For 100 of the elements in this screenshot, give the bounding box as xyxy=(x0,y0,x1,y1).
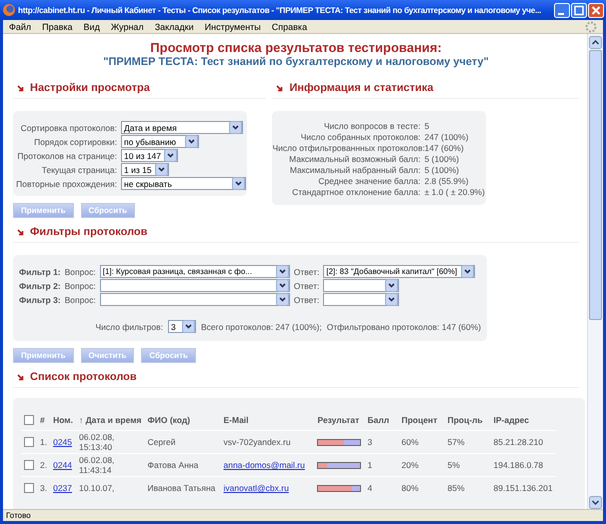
ip-address: 85.21.28.210 xyxy=(493,437,544,447)
menu-item[interactable]: Справка xyxy=(272,22,308,32)
browser-icon xyxy=(2,3,16,17)
dropdown[interactable]: Дата и время xyxy=(121,121,243,134)
field-label: Вопрос: xyxy=(64,266,96,276)
column-header: IP-адрес xyxy=(493,415,530,425)
column-header: Ном. xyxy=(53,415,73,425)
protocol-link[interactable]: 0245 xyxy=(53,437,72,447)
field-label: Вопрос: xyxy=(64,280,96,290)
page-title: Просмотр списка результатов тестирования: xyxy=(149,40,443,55)
section-heading: Настройки просмотра xyxy=(30,82,150,94)
stat-value: 5 xyxy=(424,121,430,131)
menu-item[interactable]: Правка xyxy=(42,22,73,32)
scroll-thumb[interactable] xyxy=(589,50,602,320)
scroll-up-button[interactable] xyxy=(589,36,602,49)
column-header: ↑ Дата и время xyxy=(78,415,142,425)
field-label: Ответ: xyxy=(294,266,320,276)
stat-value: 147 (60%) xyxy=(424,143,465,153)
date-time: 10.10.07, xyxy=(78,483,114,493)
percent: 60% xyxy=(401,437,418,447)
menu-item[interactable]: Файл xyxy=(9,22,32,32)
total-text: Всего протоколов: 247 (100%); xyxy=(201,322,322,332)
field-label: Ответ: xyxy=(294,294,320,304)
person-name: Фатова Анна xyxy=(147,460,198,470)
percent: 20% xyxy=(401,460,418,470)
percentile: 85% xyxy=(447,483,464,493)
throbber-icon xyxy=(585,20,597,32)
dropdown[interactable]: [2]: 83 "Добавочный капитал" [60%] xyxy=(323,265,476,278)
field-label: Протоколов на странице: xyxy=(16,150,118,160)
field-label: Ответ: xyxy=(294,280,320,290)
menu-item[interactable]: Закладки xyxy=(154,22,194,32)
dropdown[interactable]: 3 xyxy=(168,320,196,333)
arrow-icon xyxy=(17,228,24,236)
checkbox[interactable] xyxy=(24,483,34,494)
ip-address: 89.151.136.201 xyxy=(493,483,553,493)
stat-value: ± 1.0 ( ± 20.9%) xyxy=(424,187,486,197)
menu-item[interactable]: Вид xyxy=(84,22,100,32)
section-heading: Информация и статистика xyxy=(289,82,434,94)
checkbox[interactable] xyxy=(24,460,34,470)
stat-label: Стандартное отклонение балла: xyxy=(291,187,420,197)
checkbox[interactable] xyxy=(24,415,34,426)
maximize-button[interactable] xyxy=(571,2,587,18)
score: 3 xyxy=(367,437,372,447)
status-text: Готово xyxy=(6,511,31,520)
row-number: 3. xyxy=(40,483,48,493)
minimize-button[interactable] xyxy=(554,2,570,18)
person-name: Сергей xyxy=(147,437,176,447)
email-text: vsv-702yandex.ru xyxy=(223,437,291,447)
field-label: Сортировка протоколов: xyxy=(20,122,118,132)
menu-item[interactable]: Инструменты xyxy=(204,22,261,32)
column-header: Процент xyxy=(401,415,438,425)
protocol-link[interactable]: 0244 xyxy=(53,460,72,470)
column-header: Результат xyxy=(317,415,360,425)
filtered-text: Отфильтровано протоколов: 147 (60%) xyxy=(326,322,481,332)
stat-value: 5 (100%) xyxy=(424,165,460,175)
ip-address: 194.186.0.78 xyxy=(493,460,544,470)
row-number: 1. xyxy=(40,437,48,447)
dropdown[interactable]: не скрывать xyxy=(121,177,246,190)
email-link[interactable]: ivanovatl@cbx.ru xyxy=(223,483,289,493)
arrow-icon xyxy=(276,84,284,92)
stat-label: Число собранных протоколов: xyxy=(300,132,420,142)
row-number: 2. xyxy=(40,460,48,470)
field-label: Порядок сортировки: xyxy=(33,136,118,146)
dropdown[interactable] xyxy=(323,293,400,306)
stat-label: Максимальный набранный балл: xyxy=(288,165,420,175)
filter-label: Фильтр 2: xyxy=(19,280,61,290)
field-label: Повторные прохождения: xyxy=(15,178,118,188)
column-header: Проц-ль xyxy=(447,415,483,425)
field-label: Вопрос: xyxy=(64,294,96,304)
dropdown[interactable]: 10 из 147 xyxy=(121,149,178,162)
score: 4 xyxy=(367,483,372,493)
close-button[interactable] xyxy=(588,2,604,18)
date-time: 06.02.08, 15:13:40 xyxy=(78,432,114,452)
section-heading: Фильтры протоколов xyxy=(30,226,148,238)
date-time: 06.02.08, 11:43:14 xyxy=(78,455,114,475)
dropdown[interactable] xyxy=(100,293,290,306)
stat-value: 247 (100%) xyxy=(424,132,470,142)
column-header: # xyxy=(40,415,45,425)
dropdown[interactable] xyxy=(323,279,400,292)
filter-label: Фильтр 1: xyxy=(19,266,61,276)
percentile: 5% xyxy=(447,460,460,470)
filter-label: Фильтр 3: xyxy=(19,294,61,304)
field-label: Текущая страница: xyxy=(40,164,118,174)
dropdown[interactable]: [1]: Курсовая разница, связанная с фо... xyxy=(100,265,290,278)
column-header: ФИО (код) xyxy=(147,415,190,425)
score: 1 xyxy=(367,460,372,470)
dropdown[interactable]: 1 из 15 xyxy=(121,163,169,176)
email-link[interactable]: anna-domos@mail.ru xyxy=(223,460,305,470)
stat-label: Максимальный возможный балл: xyxy=(288,154,420,164)
menu-item[interactable]: Журнал xyxy=(110,22,144,32)
dropdown[interactable] xyxy=(100,279,290,292)
section-heading: Список протоколов xyxy=(30,371,137,383)
scroll-down-button[interactable] xyxy=(589,496,602,509)
column-header: E-Mail xyxy=(223,415,249,425)
protocol-link[interactable]: 0237 xyxy=(53,483,72,493)
arrow-icon xyxy=(17,374,24,380)
checkbox[interactable] xyxy=(24,437,34,448)
field-label: Число фильтров: xyxy=(96,322,164,332)
stat-label: Среднее значение балла: xyxy=(317,176,420,186)
dropdown[interactable]: по убыванию xyxy=(121,135,199,148)
